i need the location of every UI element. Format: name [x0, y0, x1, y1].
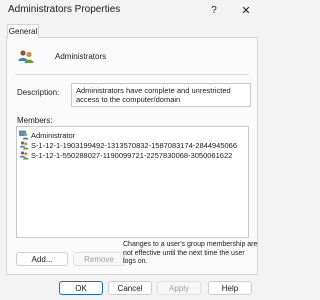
list-item[interactable]: S-1-12-1-550288027-1190099721-2257830068…: [19, 150, 232, 160]
group-icon: [19, 141, 29, 150]
group-icon: [18, 50, 34, 63]
general-panel: Administrators Description: Administrato…: [6, 37, 258, 275]
list-item[interactable]: S-1-12-1-1903199492-1313570832-158708317…: [19, 140, 237, 150]
members-list[interactable]: Administrator S-1-12-1-1903199492-131357…: [16, 126, 249, 238]
list-item[interactable]: Administrator: [19, 130, 75, 140]
group-name: Administrators: [55, 52, 107, 61]
divider: [15, 74, 249, 75]
help-title-button[interactable]: ?: [200, 0, 228, 20]
add-button[interactable]: Add...: [16, 252, 68, 266]
description-label: Description:: [17, 88, 60, 97]
apply-button[interactable]: Apply: [157, 281, 201, 295]
member-name: S-1-12-1-1903199492-1313570832-158708317…: [31, 140, 238, 150]
group-icon: [19, 151, 29, 160]
question-mark-icon: ?: [211, 4, 217, 16]
ok-button[interactable]: OK: [59, 281, 103, 295]
window-title: Administrators Properties: [8, 4, 121, 15]
cancel-button[interactable]: Cancel: [108, 281, 152, 295]
close-icon: ✕: [241, 4, 251, 17]
user-icon: [19, 130, 29, 140]
members-label: Members:: [17, 116, 53, 125]
remove-button[interactable]: Remove: [73, 252, 125, 266]
close-button[interactable]: ✕: [232, 0, 260, 20]
title-bar: Administrators Properties ? ✕: [0, 0, 264, 20]
membership-note: Changes to a user's group membership are…: [123, 241, 258, 265]
help-button[interactable]: Help: [208, 281, 252, 295]
member-name: Administrator: [31, 130, 76, 140]
member-name: S-1-12-1-550288027-1190099721-2257830068…: [31, 150, 233, 160]
tab-general[interactable]: General: [7, 24, 39, 38]
description-field[interactable]: Administrators have complete and unrestr…: [71, 83, 251, 107]
